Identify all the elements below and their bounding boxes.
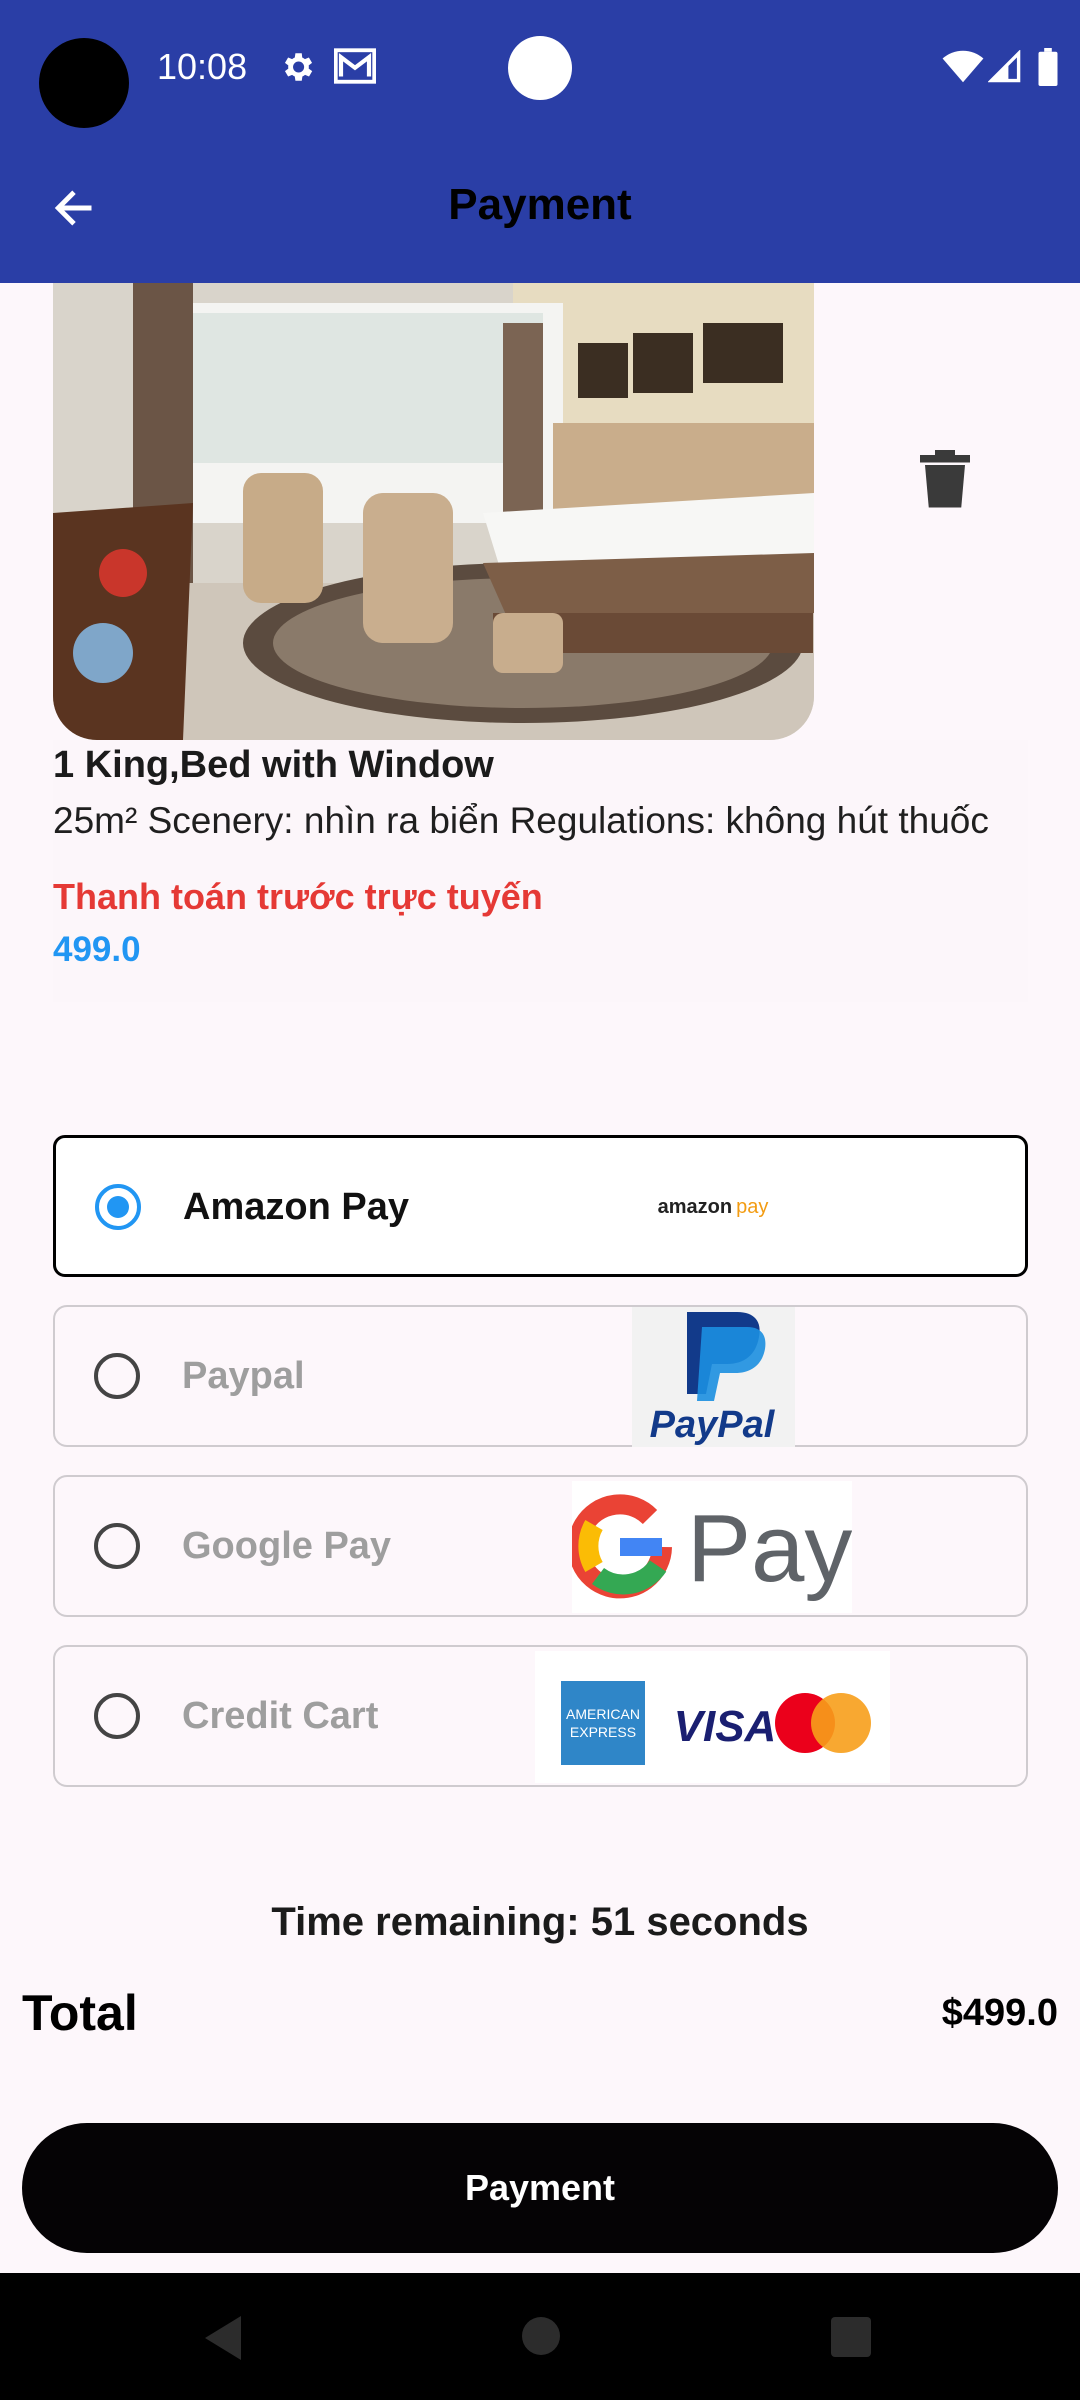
- payment-button[interactable]: Payment: [22, 2123, 1058, 2253]
- room-name: 1 King,Bed with Window: [53, 744, 494, 786]
- svg-text:EXPRESS: EXPRESS: [570, 1724, 636, 1740]
- signal-icon: [988, 50, 1021, 83]
- google-pay-logo: Pay: [568, 1481, 852, 1613]
- payment-option-label: Google Pay: [182, 1525, 392, 1567]
- front-sensor: [508, 36, 572, 100]
- room-image: [53, 283, 814, 740]
- payment-option-google-pay[interactable]: Google Pay Pay: [53, 1475, 1028, 1617]
- room-price: 499.0: [53, 930, 141, 969]
- status-time: 10:08: [157, 46, 248, 87]
- svg-text:Pay: Pay: [687, 1495, 852, 1602]
- total-value: $499.0: [941, 1992, 1058, 2034]
- svg-text:PayPal: PayPal: [650, 1404, 776, 1446]
- paypal-logo: PayPal: [632, 1307, 795, 1447]
- settings-icon: [284, 53, 313, 81]
- payment-option-credit-card[interactable]: Credit Cart AMERICAN EXPRESS VISA: [53, 1645, 1028, 1787]
- app-bar: 10:08 Payment: [0, 0, 1080, 283]
- payment-option-amazon-pay[interactable]: Amazon Pay amazon pay: [53, 1135, 1028, 1277]
- total-label: Total: [22, 1985, 138, 2041]
- battery-icon: [1038, 48, 1058, 86]
- payment-option-label: Amazon Pay: [183, 1186, 409, 1228]
- camera-cutout: [39, 38, 129, 128]
- radio-unselected[interactable]: [94, 1693, 140, 1739]
- payment-option-label: Credit Cart: [182, 1695, 379, 1737]
- delete-icon[interactable]: [920, 450, 970, 510]
- radio-unselected[interactable]: [94, 1353, 140, 1399]
- credit-card-logos: AMERICAN EXPRESS VISA: [535, 1651, 890, 1783]
- nav-recents-icon[interactable]: [831, 2317, 871, 2357]
- payment-option-label: Paypal: [182, 1355, 305, 1397]
- gmail-icon: [334, 48, 376, 84]
- amazon-pay-logo: amazon pay: [643, 1142, 783, 1272]
- radio-selected[interactable]: [95, 1184, 141, 1230]
- svg-text:VISA: VISA: [674, 1702, 777, 1751]
- page-title: Payment: [448, 180, 632, 229]
- radio-unselected[interactable]: [94, 1523, 140, 1569]
- payment-note: Thanh toán trước trực tuyến: [53, 876, 543, 917]
- nav-home-icon[interactable]: [522, 2317, 560, 2355]
- svg-text:AMERICAN: AMERICAN: [566, 1706, 640, 1722]
- system-nav-bar: [0, 2273, 1080, 2400]
- wifi-icon: [942, 50, 984, 83]
- nav-back-icon[interactable]: [205, 2316, 245, 2360]
- payment-option-paypal[interactable]: Paypal PayPal: [53, 1305, 1028, 1447]
- room-description: 25m² Scenery: nhìn ra biển Regulations: …: [53, 800, 989, 841]
- time-remaining: Time remaining: 51 seconds: [271, 1900, 809, 1944]
